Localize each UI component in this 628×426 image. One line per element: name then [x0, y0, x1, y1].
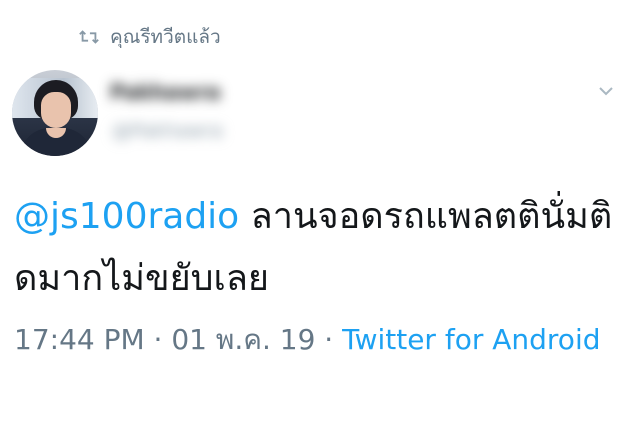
- avatar[interactable]: [12, 70, 98, 156]
- retweet-label: คุณรีทวีตแล้ว: [110, 26, 221, 48]
- meta-separator: ·: [315, 323, 343, 356]
- author-display-name[interactable]: Pakhawra: [110, 80, 245, 106]
- retweet-indicator: คุณรีทวีตแล้ว: [78, 22, 221, 52]
- tweet-meta: 17:44 PM · 01 พ.ค. 19 · Twitter for Andr…: [14, 318, 614, 362]
- chevron-down-icon[interactable]: [597, 84, 615, 98]
- retweet-icon: [79, 30, 99, 44]
- tweet-time: 17:44 PM: [14, 323, 145, 356]
- author-handle[interactable]: @Pakhawra: [112, 120, 327, 146]
- source-link[interactable]: Twitter for Android: [342, 323, 600, 356]
- tweet-date: 01 พ.ค. 19: [171, 323, 316, 356]
- meta-separator: ·: [144, 323, 172, 356]
- tweet-text: @js100radio ลานจอดรถแพลตตินั่มติดมากไม่ข…: [14, 186, 614, 310]
- mention-link[interactable]: @js100radio: [14, 196, 239, 237]
